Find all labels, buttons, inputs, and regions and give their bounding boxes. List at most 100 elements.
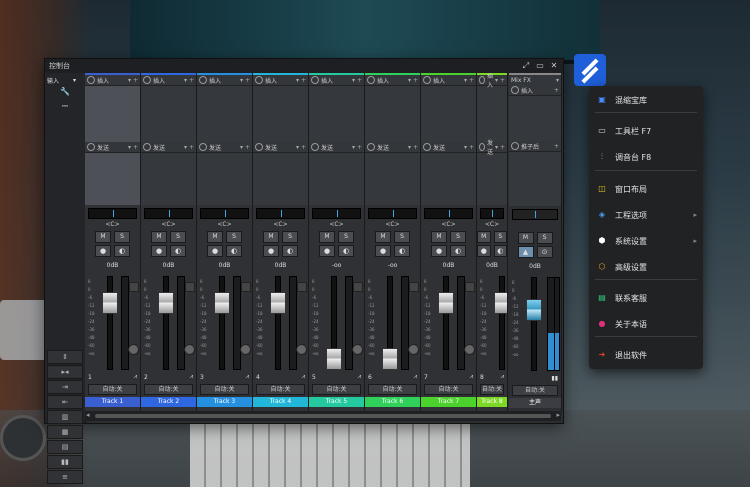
- automation-icon[interactable]: ⩘: [501, 373, 504, 381]
- solo-button[interactable]: S: [226, 231, 242, 243]
- insert-area[interactable]: [421, 85, 476, 142]
- mute-button[interactable]: M: [375, 231, 391, 243]
- track-name-label[interactable]: Track 6: [365, 397, 420, 407]
- fader-cap[interactable]: [102, 291, 118, 314]
- insert-area[interactable]: [85, 85, 140, 142]
- track-name-label[interactable]: Track 8: [477, 397, 507, 407]
- send-area[interactable]: [253, 152, 308, 205]
- close-icon[interactable]: ✕: [549, 61, 559, 71]
- mute-button[interactable]: M: [95, 231, 111, 243]
- master-fx-slot[interactable]: Mix FX ▾: [509, 75, 561, 85]
- add-icon[interactable]: +: [189, 144, 194, 151]
- fader-cap[interactable]: [526, 299, 542, 321]
- power-icon[interactable]: o: [255, 76, 263, 84]
- menu-item[interactable]: ➜ 退出软件: [589, 344, 703, 366]
- scroll-thumb[interactable]: [95, 414, 551, 418]
- scroll-right-icon[interactable]: ▸: [556, 411, 560, 419]
- add-icon[interactable]: +: [413, 144, 418, 151]
- pan-control[interactable]: [312, 208, 361, 219]
- send-slot[interactable]: o 发送 ▾ +: [365, 142, 420, 152]
- add-icon[interactable]: +: [189, 77, 194, 84]
- volume-fader[interactable]: 6 0 -6 -12 -18 -24 -36 -48 -60 -oo: [421, 274, 476, 370]
- power-icon[interactable]: o: [255, 143, 263, 151]
- track-name-label[interactable]: Track 1: [85, 397, 140, 407]
- solo-button[interactable]: S: [493, 231, 507, 243]
- fader-cap[interactable]: [438, 291, 454, 314]
- power-icon[interactable]: o: [311, 143, 319, 151]
- auto-mode-button[interactable]: 自动:关: [480, 384, 504, 395]
- menu-item[interactable]: ◫ 窗口布局: [589, 178, 703, 200]
- automation-icon[interactable]: ⩘: [134, 373, 137, 381]
- auto-mode-button[interactable]: 自动:关: [368, 384, 417, 395]
- volume-fader[interactable]: 6 0 -6 -12 -18 -24 -36 -48 -60 -oo: [197, 274, 252, 370]
- insert-slot[interactable]: o 插入 ▾ +: [141, 75, 196, 85]
- mute-button[interactable]: M: [263, 231, 279, 243]
- insert-slot[interactable]: o 插入 ▾ +: [253, 75, 308, 85]
- menu-item[interactable]: ▤ 联系客服: [589, 287, 703, 309]
- monitor-icon[interactable]: ◐: [226, 245, 242, 257]
- solo-button[interactable]: S: [450, 231, 466, 243]
- master-send-area[interactable]: [509, 151, 561, 206]
- menu-item[interactable]: ⬢ 系统设置 ▸: [589, 230, 703, 252]
- record-icon[interactable]: ●: [207, 245, 223, 257]
- send-slot[interactable]: o 发送 ▾ +: [477, 140, 507, 156]
- pan-control[interactable]: [88, 208, 137, 219]
- power-icon[interactable]: o: [87, 76, 95, 84]
- add-icon[interactable]: +: [357, 144, 362, 151]
- insert-slot[interactable]: o 插入 ▾ +: [309, 75, 364, 85]
- restore-icon[interactable]: ▭: [535, 61, 545, 71]
- pan-control[interactable]: [200, 208, 249, 219]
- insert-slot[interactable]: o 插入 ▾ +: [197, 75, 252, 85]
- app-logo-icon[interactable]: [574, 54, 606, 86]
- add-icon[interactable]: +: [357, 77, 362, 84]
- menu-item[interactable]: ⬡ 高级设置: [589, 256, 703, 278]
- insert-slot[interactable]: o 插入 ▾ +: [421, 75, 476, 85]
- record-icon[interactable]: ●: [375, 245, 391, 257]
- power-icon[interactable]: o: [87, 143, 95, 151]
- master-insert-slot[interactable]: o 插入 +: [509, 85, 561, 95]
- chevron-down-icon[interactable]: ▾: [352, 144, 355, 151]
- stereo-knob-icon[interactable]: [128, 344, 139, 355]
- keyboard-icon[interactable]: ▥: [47, 410, 83, 424]
- send-area[interactable]: [141, 152, 196, 205]
- pan-control[interactable]: [424, 208, 473, 219]
- stereo-knob-icon[interactable]: [184, 344, 195, 355]
- fader-cap[interactable]: [270, 291, 286, 314]
- solo-button[interactable]: S: [282, 231, 298, 243]
- auto-mode-button[interactable]: 自动:关: [88, 384, 137, 395]
- monitor-icon[interactable]: ◐: [394, 245, 410, 257]
- auto-mode-button[interactable]: 自动:关: [424, 384, 473, 395]
- chevron-down-icon[interactable]: ▾: [296, 77, 299, 84]
- record-icon[interactable]: ●: [319, 245, 335, 257]
- monitor-icon[interactable]: ◐: [114, 245, 130, 257]
- chevron-down-icon[interactable]: ▾: [408, 144, 411, 151]
- chevron-down-icon[interactable]: ▾: [184, 144, 187, 151]
- volume-fader[interactable]: 6 0 -6 -12 -18 -24 -36 -48 -60 -oo: [141, 274, 196, 370]
- mute-button[interactable]: M: [319, 231, 335, 243]
- chevron-down-icon[interactable]: ▾: [352, 77, 355, 84]
- power-icon[interactable]: o: [143, 143, 151, 151]
- chevron-down-icon[interactable]: ▾: [128, 77, 131, 84]
- send-slot[interactable]: o 发送 ▾ +: [197, 142, 252, 152]
- insert-slot[interactable]: o 插入 ▾ +: [477, 73, 507, 89]
- stereo-knob-icon[interactable]: [352, 344, 363, 355]
- chevron-down-icon[interactable]: ▾: [184, 77, 187, 84]
- track-name-label[interactable]: Track 4: [253, 397, 308, 407]
- record-icon[interactable]: ●: [151, 245, 167, 257]
- master-lock-icon[interactable]: ▲: [517, 246, 534, 258]
- expand-icon[interactable]: ⤢: [521, 61, 531, 71]
- monitor-icon[interactable]: ◐: [282, 245, 298, 257]
- jump-icon[interactable]: ⇤: [47, 395, 83, 409]
- send-slot[interactable]: o 发送 ▾ +: [421, 142, 476, 152]
- input-selector[interactable]: 输入 ▾: [45, 73, 85, 87]
- automation-icon[interactable]: ⩘: [414, 373, 417, 381]
- send-area[interactable]: [85, 152, 140, 205]
- insert-area[interactable]: [253, 85, 308, 142]
- automation-icon[interactable]: ⩘: [358, 373, 361, 381]
- monitor-icon[interactable]: ◐: [338, 245, 354, 257]
- monitor-icon[interactable]: ◐: [170, 245, 186, 257]
- stereo-knob-icon[interactable]: [240, 344, 251, 355]
- solo-button[interactable]: S: [536, 232, 553, 244]
- pan-control[interactable]: [480, 208, 504, 219]
- fader-cap[interactable]: [214, 291, 230, 314]
